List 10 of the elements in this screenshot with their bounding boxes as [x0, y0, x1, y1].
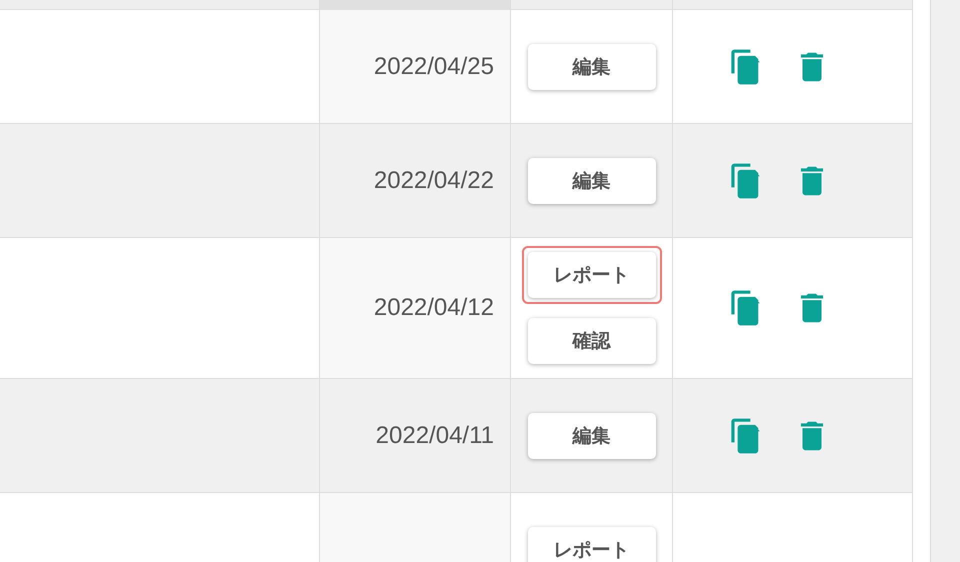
action-button[interactable]: 編集: [528, 412, 656, 458]
date-text: 2022/04/25: [374, 52, 494, 80]
action-button[interactable]: 確認: [528, 318, 656, 364]
action-button[interactable]: 編集: [528, 44, 656, 90]
date-text: 2022/04/22: [374, 166, 494, 194]
date-text: 2022/04/11: [376, 422, 494, 450]
action-button[interactable]: 編集: [528, 158, 656, 204]
date-text: 2022/04/12: [374, 294, 494, 322]
action-button[interactable]: レポート: [528, 252, 656, 298]
action-button[interactable]: レポート: [528, 526, 656, 562]
